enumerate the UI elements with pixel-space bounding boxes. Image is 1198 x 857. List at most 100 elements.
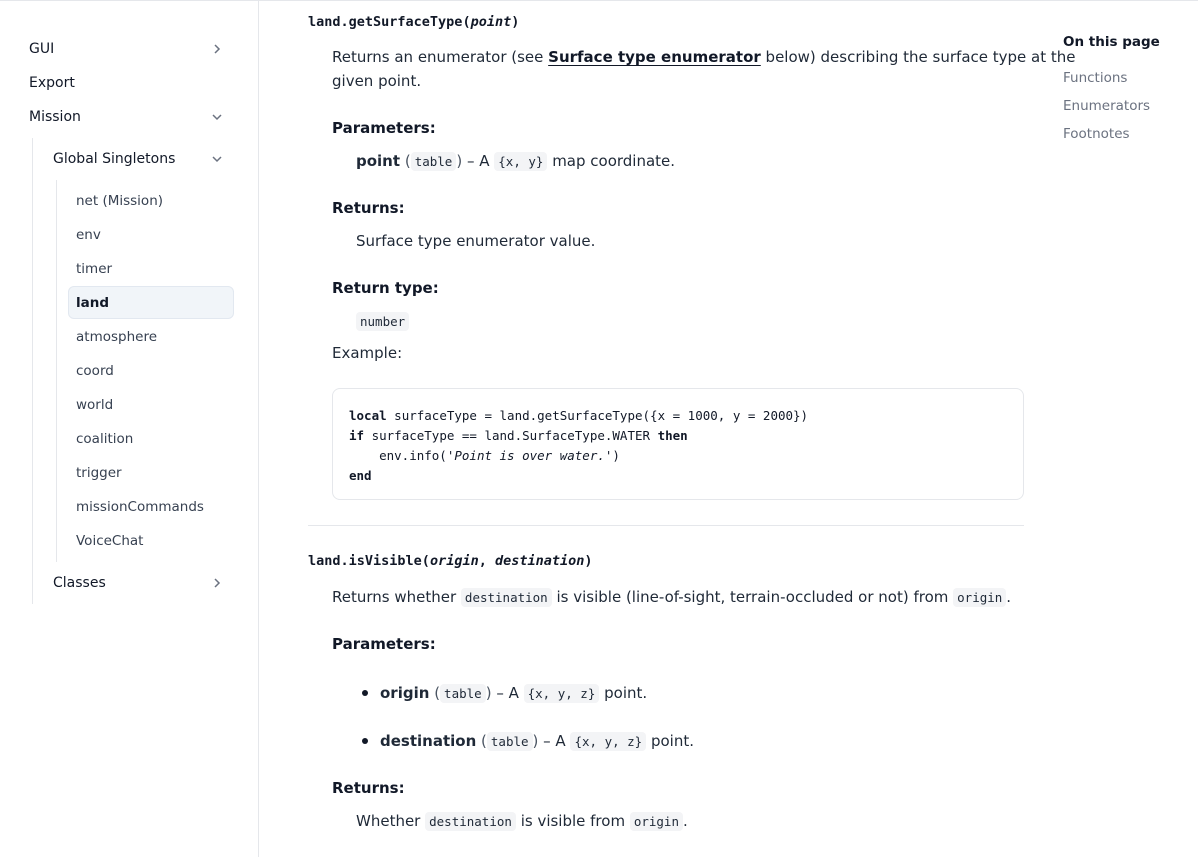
param-desc: map coordinate.: [547, 152, 676, 170]
code-keyword: end: [349, 468, 372, 483]
param-name: point: [356, 152, 401, 170]
chevron-right-icon[interactable]: [211, 43, 223, 55]
function-description: Returns an enumerator (see Surface type …: [332, 45, 1076, 69]
paren: (: [481, 732, 487, 750]
return-type-code: number: [356, 312, 410, 331]
sidebar-item-net-mission[interactable]: net (Mission): [76, 192, 163, 210]
sidebar-nav: GUI Export Mission Global Singletons net…: [0, 0, 259, 857]
toc-title: On this page: [1063, 34, 1160, 50]
parameter-point: point (table) – A {x, y} map coordinate.: [356, 149, 675, 174]
param-type: table: [440, 684, 486, 703]
param-sep: – A: [491, 684, 524, 702]
code-keyword: then: [657, 428, 688, 443]
sidebar-item-world[interactable]: world: [76, 396, 113, 414]
sidebar-item-coalition[interactable]: coalition: [76, 430, 133, 448]
sidebar-item-mission[interactable]: Mission: [29, 108, 81, 126]
param-code: {x, y, z}: [570, 732, 647, 751]
code-text: surfaceType = land.getSurfaceType({x = 1…: [386, 408, 809, 423]
sidebar-item-timer[interactable]: timer: [76, 260, 112, 278]
param-code: {x, y, z}: [523, 684, 600, 703]
inline-code: destination: [460, 588, 552, 607]
sidebar-item-land[interactable]: land: [76, 294, 109, 312]
desc-text: Whether: [356, 812, 426, 830]
code-example: local surfaceType = land.getSurfaceType(…: [349, 406, 808, 486]
paren: ): [584, 553, 593, 569]
function-description-line2: given point.: [332, 72, 422, 90]
bullet-dot: [362, 690, 368, 696]
desc-text: Returns whether: [332, 588, 461, 606]
signature-param: origin: [429, 553, 479, 569]
code-keyword: if: [349, 428, 365, 443]
function-name: land.isVisible: [308, 553, 422, 569]
code-keyword: local: [349, 408, 387, 423]
code-text: surfaceType == land.SurfaceType.WATER: [364, 428, 658, 443]
desc-text: .: [682, 812, 688, 830]
paren: (: [404, 152, 411, 170]
param-sep: – A: [462, 152, 495, 170]
parameter-destination: destination (table) – A {x, y, z} point.: [380, 729, 694, 754]
desc-text: is visible (line-of-sight, terrain-occlu…: [551, 588, 954, 606]
section-divider: [308, 525, 1024, 526]
param-sep: – A: [538, 732, 571, 750]
param-name: origin: [380, 684, 430, 702]
main-content: land.getSurfaceType(point) Returns an en…: [260, 0, 1076, 857]
sidebar-item-global-singletons[interactable]: Global Singletons: [53, 150, 175, 168]
returns-heading: Returns:: [332, 779, 405, 797]
example-heading: Example:: [332, 344, 403, 362]
function-description: Returns whether destination is visible (…: [332, 585, 1011, 610]
inline-code: origin: [629, 812, 683, 831]
sidebar-item-voicechat[interactable]: VoiceChat: [76, 532, 143, 550]
sidebar-item-gui[interactable]: GUI: [29, 40, 54, 58]
sidebar-item-classes[interactable]: Classes: [53, 574, 106, 592]
paren: (: [421, 553, 430, 569]
code-string: 'Point is over water.': [446, 448, 613, 463]
toc-item-footnotes[interactable]: Footnotes: [1063, 126, 1130, 142]
parameters-heading: Parameters:: [332, 635, 436, 653]
parameters-heading: Parameters:: [332, 119, 436, 137]
returns-heading: Returns:: [332, 199, 405, 217]
code-text: env.info(: [349, 448, 447, 463]
param-code: {x, y}: [494, 152, 548, 171]
function-name: land.getSurfaceType: [308, 14, 463, 30]
inline-code: destination: [425, 812, 516, 831]
tree-guide-line: [56, 180, 57, 562]
chevron-down-icon[interactable]: [211, 111, 223, 123]
function-signature-isvisible: land.isVisible(origin, destination): [308, 553, 593, 569]
sidebar-item-coord[interactable]: coord: [76, 362, 114, 380]
code-example-block[interactable]: local surfaceType = land.getSurfaceType(…: [332, 388, 1024, 500]
code-text: ): [612, 448, 620, 463]
returns-text: Surface type enumerator value.: [356, 232, 596, 250]
paren: (: [462, 14, 471, 30]
tree-guide-line: [32, 138, 33, 604]
return-type-heading: Return type:: [332, 279, 439, 297]
desc-text: Returns an enumerator (see: [332, 48, 549, 66]
param-desc: point.: [646, 732, 694, 750]
toc-item-enumerators[interactable]: Enumerators: [1063, 98, 1150, 114]
desc-text: .: [1006, 588, 1012, 606]
desc-text: is visible from: [515, 812, 630, 830]
sidebar-item-export[interactable]: Export: [29, 74, 75, 92]
sidebar-item-atmosphere[interactable]: atmosphere: [76, 328, 157, 346]
toc-item-functions[interactable]: Functions: [1063, 70, 1127, 86]
signature-param: destination: [494, 553, 585, 569]
desc-text: below) describing the surface type at th…: [760, 48, 1076, 66]
param-type: table: [486, 732, 533, 751]
returns-text: Whether destination is visible from orig…: [356, 809, 688, 834]
chevron-right-icon[interactable]: [211, 577, 223, 589]
return-type-value: number: [356, 309, 410, 334]
inline-code: origin: [953, 588, 1007, 607]
chevron-down-icon[interactable]: [211, 153, 223, 165]
sidebar-item-trigger[interactable]: trigger: [76, 464, 122, 482]
parameter-origin: origin (table) – A {x, y, z} point.: [380, 681, 647, 706]
bullet-dot: [362, 738, 368, 744]
signature-param: point: [470, 14, 512, 30]
param-desc: point.: [599, 684, 648, 702]
param-name: destination: [380, 732, 477, 750]
surface-type-enumerator-link[interactable]: Surface type enumerator: [548, 48, 761, 66]
paren: ): [511, 14, 520, 30]
sidebar-item-env[interactable]: env: [76, 226, 101, 244]
function-signature-getsurfacetype: land.getSurfaceType(point): [308, 14, 519, 30]
sidebar-item-missioncommands[interactable]: missionCommands: [76, 498, 204, 516]
param-type: table: [410, 152, 457, 171]
signature-comma: ,: [478, 553, 495, 569]
